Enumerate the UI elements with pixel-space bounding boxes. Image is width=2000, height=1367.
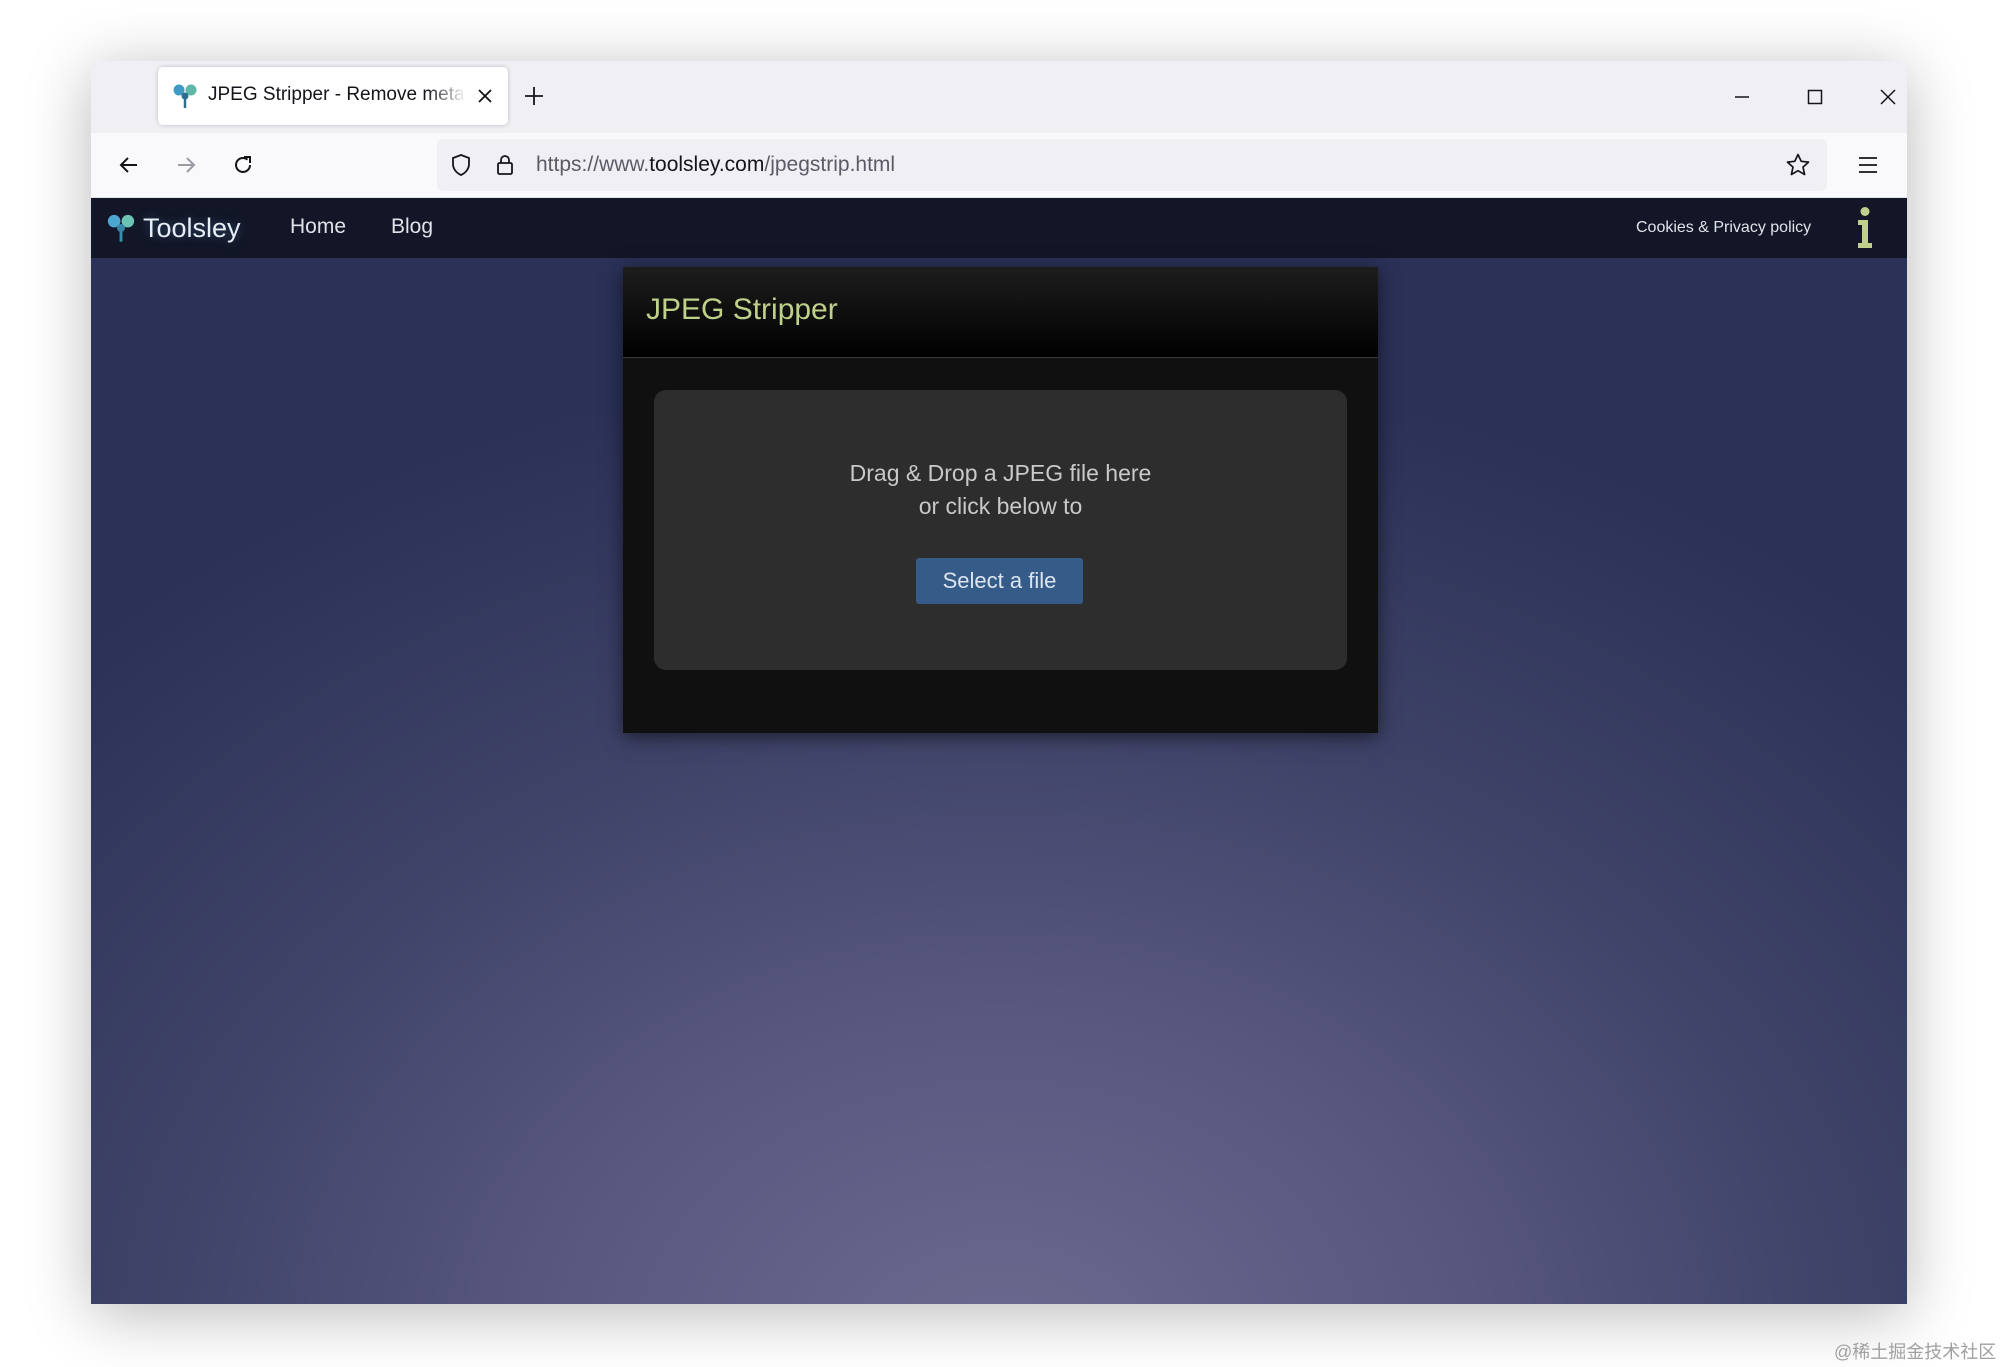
brand-name: Toolsley	[143, 212, 241, 243]
toolsley-logo-icon	[107, 214, 135, 242]
forward-arrow-icon[interactable]	[167, 146, 205, 184]
nav-link-blog[interactable]: Blog	[391, 215, 433, 239]
toolsley-logo-icon	[173, 84, 197, 108]
hamburger-menu-icon[interactable]	[1849, 146, 1887, 184]
page-content: Toolsley Home Blog Cookies & Privacy pol…	[91, 198, 1907, 1304]
file-drop-zone[interactable]: Drag & Drop a JPEG file here or click be…	[654, 390, 1347, 670]
star-icon[interactable]	[1784, 151, 1812, 179]
panel-header: JPEG Stripper	[623, 267, 1378, 358]
drop-instruction-line2: or click below to	[918, 493, 1083, 519]
site-navbar: Toolsley Home Blog Cookies & Privacy pol…	[91, 198, 1907, 258]
info-icon[interactable]	[1853, 206, 1877, 250]
minimize-icon[interactable]	[1724, 79, 1760, 115]
maximize-icon[interactable]	[1797, 79, 1833, 115]
url-text[interactable]: https://www.toolsley.com/jpegstrip.html	[536, 153, 895, 177]
jpeg-stripper-panel: JPEG Stripper Drag & Drop a JPEG file he…	[623, 267, 1378, 733]
shield-icon[interactable]	[447, 151, 475, 179]
nav-link-home[interactable]: Home	[290, 215, 346, 239]
navigation-toolbar: https://www.toolsley.com/jpegstrip.html	[91, 133, 1907, 198]
close-icon[interactable]	[471, 82, 499, 110]
url-bar[interactable]: https://www.toolsley.com/jpegstrip.html	[437, 139, 1827, 191]
drop-instruction-line1: Drag & Drop a JPEG file here	[849, 460, 1152, 486]
reload-icon[interactable]	[224, 146, 262, 184]
tab-title: JPEG Stripper - Remove metadata	[208, 84, 466, 105]
plus-icon[interactable]	[519, 81, 549, 111]
cookies-privacy-link[interactable]: Cookies & Privacy policy	[1636, 219, 1811, 237]
tab-strip: JPEG Stripper - Remove metadata	[91, 61, 1907, 133]
watermark-text: @稀土掘金技术社区	[1834, 1342, 1997, 1362]
close-window-icon[interactable]	[1870, 79, 1906, 115]
browser-tab-active[interactable]: JPEG Stripper - Remove metadata	[158, 67, 508, 125]
brand-logo[interactable]: Toolsley	[105, 206, 241, 250]
back-arrow-icon[interactable]	[110, 146, 148, 184]
select-file-button[interactable]: Select a file	[916, 558, 1083, 604]
lock-icon[interactable]	[491, 151, 519, 179]
browser-window: JPEG Stripper - Remove metadata	[91, 61, 1907, 1304]
panel-title: JPEG Stripper	[646, 293, 838, 326]
